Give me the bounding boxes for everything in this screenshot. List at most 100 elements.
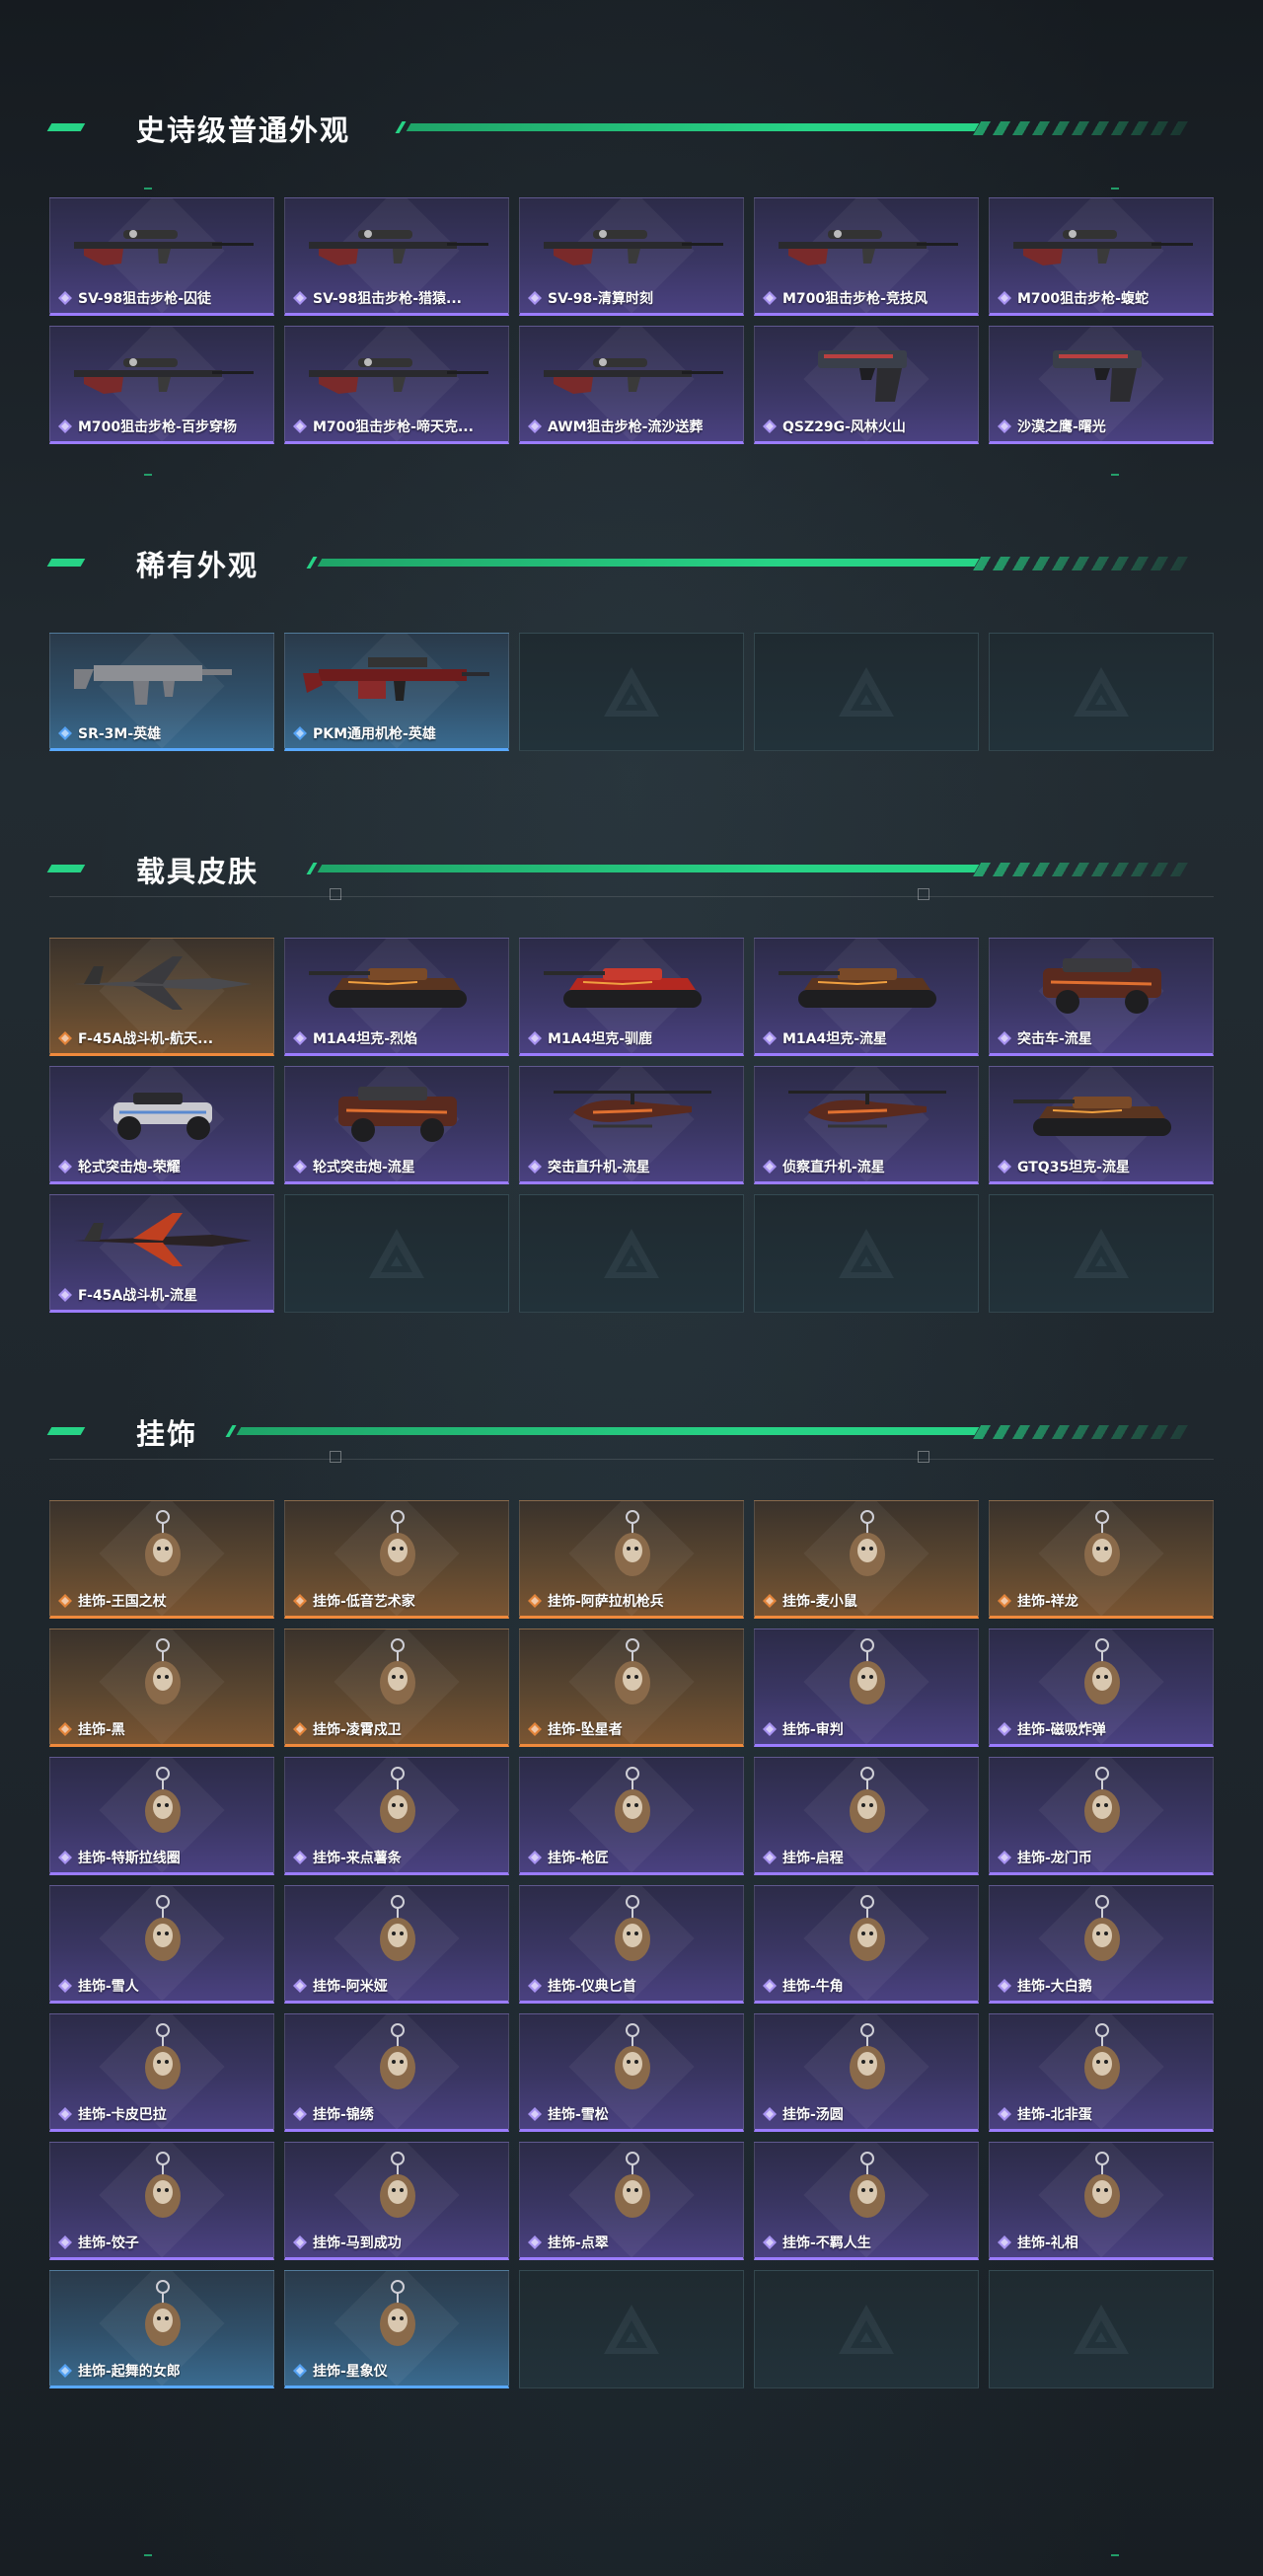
- item-card[interactable]: SV-98狙击步枪-猎猿...: [284, 197, 509, 316]
- item-card[interactable]: 挂饰-阿萨拉机枪兵: [519, 1500, 744, 1619]
- item-label: M700狙击步枪-蝮蛇: [1017, 291, 1149, 307]
- item-card[interactable]: M1A4坦克-驯鹿: [519, 938, 744, 1056]
- item-image: [145, 2280, 181, 2346]
- item-card[interactable]: 突击车-流星: [989, 938, 1214, 1056]
- item-label: 挂饰-马到成功: [313, 2235, 402, 2251]
- item-card[interactable]: 挂饰-北非蛋: [989, 2013, 1214, 2132]
- item-label: 突击直升机-流星: [548, 1160, 650, 1175]
- rarity-icon: [58, 1851, 72, 1864]
- item-card[interactable]: 挂饰-枪匠: [519, 1757, 744, 1875]
- item-card[interactable]: 挂饰-马到成功: [284, 2142, 509, 2260]
- item-image: [850, 2023, 885, 2089]
- item-card[interactable]: 挂饰-大白鹅: [989, 1885, 1214, 2004]
- item-image: [74, 1213, 252, 1266]
- item-card[interactable]: 挂饰-饺子: [49, 2142, 274, 2260]
- item-label: 挂饰-低音艺术家: [313, 1594, 415, 1610]
- item-card[interactable]: 挂饰-雪松: [519, 2013, 744, 2132]
- empty-slot: [519, 1194, 744, 1313]
- card-label-row: 挂饰-低音艺术家: [293, 1590, 502, 1612]
- empty-slot: [284, 1194, 509, 1313]
- item-card[interactable]: F-45A战斗机-航天...: [49, 938, 274, 1056]
- item-card[interactable]: 挂饰-麦小鼠: [754, 1500, 979, 1619]
- item-card[interactable]: PKM通用机枪-英雄: [284, 633, 509, 751]
- card-label-row: 挂饰-阿萨拉机枪兵: [528, 1590, 737, 1612]
- rarity-icon: [528, 1722, 542, 1736]
- item-image: [145, 2152, 181, 2218]
- item-card[interactable]: M700狙击步枪-百步穿杨: [49, 326, 274, 444]
- item-card[interactable]: 挂饰-磁吸炸弹: [989, 1629, 1214, 1747]
- rarity-icon: [763, 291, 777, 305]
- item-card[interactable]: 侦察直升机-流星: [754, 1066, 979, 1184]
- item-card[interactable]: 挂饰-审判: [754, 1629, 979, 1747]
- item-card[interactable]: M700狙击步枪-啼天克...: [284, 326, 509, 444]
- item-card[interactable]: 挂饰-起舞的女郎: [49, 2270, 274, 2388]
- header-slash: [395, 121, 407, 133]
- card-label-row: 挂饰-祥龙: [998, 1590, 1207, 1612]
- item-card[interactable]: 挂饰-锦绣: [284, 2013, 509, 2132]
- item-card[interactable]: 挂饰-来点薯条: [284, 1757, 509, 1875]
- item-card[interactable]: 挂饰-雪人: [49, 1885, 274, 2004]
- item-card[interactable]: F-45A战斗机-流星: [49, 1194, 274, 1313]
- item-card[interactable]: SV-98-清算时刻: [519, 197, 744, 316]
- rarity-icon: [293, 2107, 307, 2121]
- rarity-icon: [998, 1979, 1011, 1993]
- item-card[interactable]: 挂饰-启程: [754, 1757, 979, 1875]
- card-label-row: 挂饰-王国之杖: [58, 1590, 267, 1612]
- item-card[interactable]: 沙漠之鹰-曙光: [989, 326, 1214, 444]
- rarity-icon: [763, 1594, 777, 1608]
- item-card[interactable]: 挂饰-星象仪: [284, 2270, 509, 2388]
- item-card[interactable]: 挂饰-仪典匕首: [519, 1885, 744, 2004]
- item-card[interactable]: 挂饰-点翠: [519, 2142, 744, 2260]
- item-card[interactable]: M1A4坦克-流星: [754, 938, 979, 1056]
- item-card[interactable]: 挂饰-王国之杖: [49, 1500, 274, 1619]
- item-label: SR-3M-英雄: [78, 726, 162, 742]
- item-card[interactable]: 轮式突击炮-流星: [284, 1066, 509, 1184]
- card-label-row: 挂饰-枪匠: [528, 1847, 737, 1868]
- item-card[interactable]: 挂饰-龙门币: [989, 1757, 1214, 1875]
- item-card[interactable]: 挂饰-特斯拉线圈: [49, 1757, 274, 1875]
- item-card[interactable]: 挂饰-卡皮巴拉: [49, 2013, 274, 2132]
- item-card[interactable]: AWM狙击步枪-流沙送葬: [519, 326, 744, 444]
- item-label: 挂饰-雪松: [548, 2107, 609, 2123]
- item-card[interactable]: SV-98狙击步枪-囚徒: [49, 197, 274, 316]
- item-card[interactable]: 挂饰-礼相: [989, 2142, 1214, 2260]
- item-image: [544, 230, 723, 265]
- empty-slot: [989, 2270, 1214, 2388]
- card-label-row: M1A4坦克-驯鹿: [528, 1027, 737, 1049]
- item-card[interactable]: 挂饰-不羁人生: [754, 2142, 979, 2260]
- item-grid: SV-98狙击步枪-囚徒 SV-98狙击步枪-猎猿... SV-98-清算时刻 M70…: [49, 197, 1214, 444]
- item-card[interactable]: M700狙击步枪-竞技风: [754, 197, 979, 316]
- item-card[interactable]: 挂饰-祥龙: [989, 1500, 1214, 1619]
- item-card[interactable]: GTQ35坦克-流星: [989, 1066, 1214, 1184]
- item-card[interactable]: QSZ29G-风林火山: [754, 326, 979, 444]
- item-image: [309, 230, 488, 265]
- card-label-row: 轮式突击炮-荣耀: [58, 1156, 267, 1177]
- item-label: SV-98狙击步枪-囚徒: [78, 291, 212, 307]
- rarity-icon: [998, 2235, 1011, 2249]
- item-card[interactable]: 挂饰-凌霄戍卫: [284, 1629, 509, 1747]
- item-image: [303, 657, 489, 701]
- item-card[interactable]: 挂饰-汤圆: [754, 2013, 979, 2132]
- item-card[interactable]: 挂饰-黑: [49, 1629, 274, 1747]
- rarity-icon: [58, 291, 72, 305]
- item-grid: F-45A战斗机-航天... M1A4坦克-烈焰 M1A4坦克-驯鹿 M1A4坦克-流…: [49, 938, 1214, 1313]
- item-image: [1084, 2152, 1120, 2218]
- item-card[interactable]: 突击直升机-流星: [519, 1066, 744, 1184]
- item-image: [850, 2152, 885, 2218]
- item-label: SV-98狙击步枪-猎猿...: [313, 291, 462, 307]
- rarity-icon: [293, 1851, 307, 1864]
- item-card[interactable]: 挂饰-坠星者: [519, 1629, 744, 1747]
- item-card[interactable]: 挂饰-牛角: [754, 1885, 979, 2004]
- item-card[interactable]: 轮式突击炮-荣耀: [49, 1066, 274, 1184]
- item-image: [74, 230, 254, 265]
- card-label-row: 突击直升机-流星: [528, 1156, 737, 1177]
- item-image: [145, 1767, 181, 1833]
- card-label-row: 挂饰-汤圆: [763, 2103, 972, 2125]
- deco-box: [918, 1451, 929, 1463]
- item-card[interactable]: M700狙击步枪-蝮蛇: [989, 197, 1214, 316]
- item-card[interactable]: 挂饰-阿米娅: [284, 1885, 509, 2004]
- item-card[interactable]: 挂饰-低音艺术家: [284, 1500, 509, 1619]
- item-card[interactable]: SR-3M-英雄: [49, 633, 274, 751]
- item-image: [309, 968, 467, 1008]
- item-card[interactable]: M1A4坦克-烈焰: [284, 938, 509, 1056]
